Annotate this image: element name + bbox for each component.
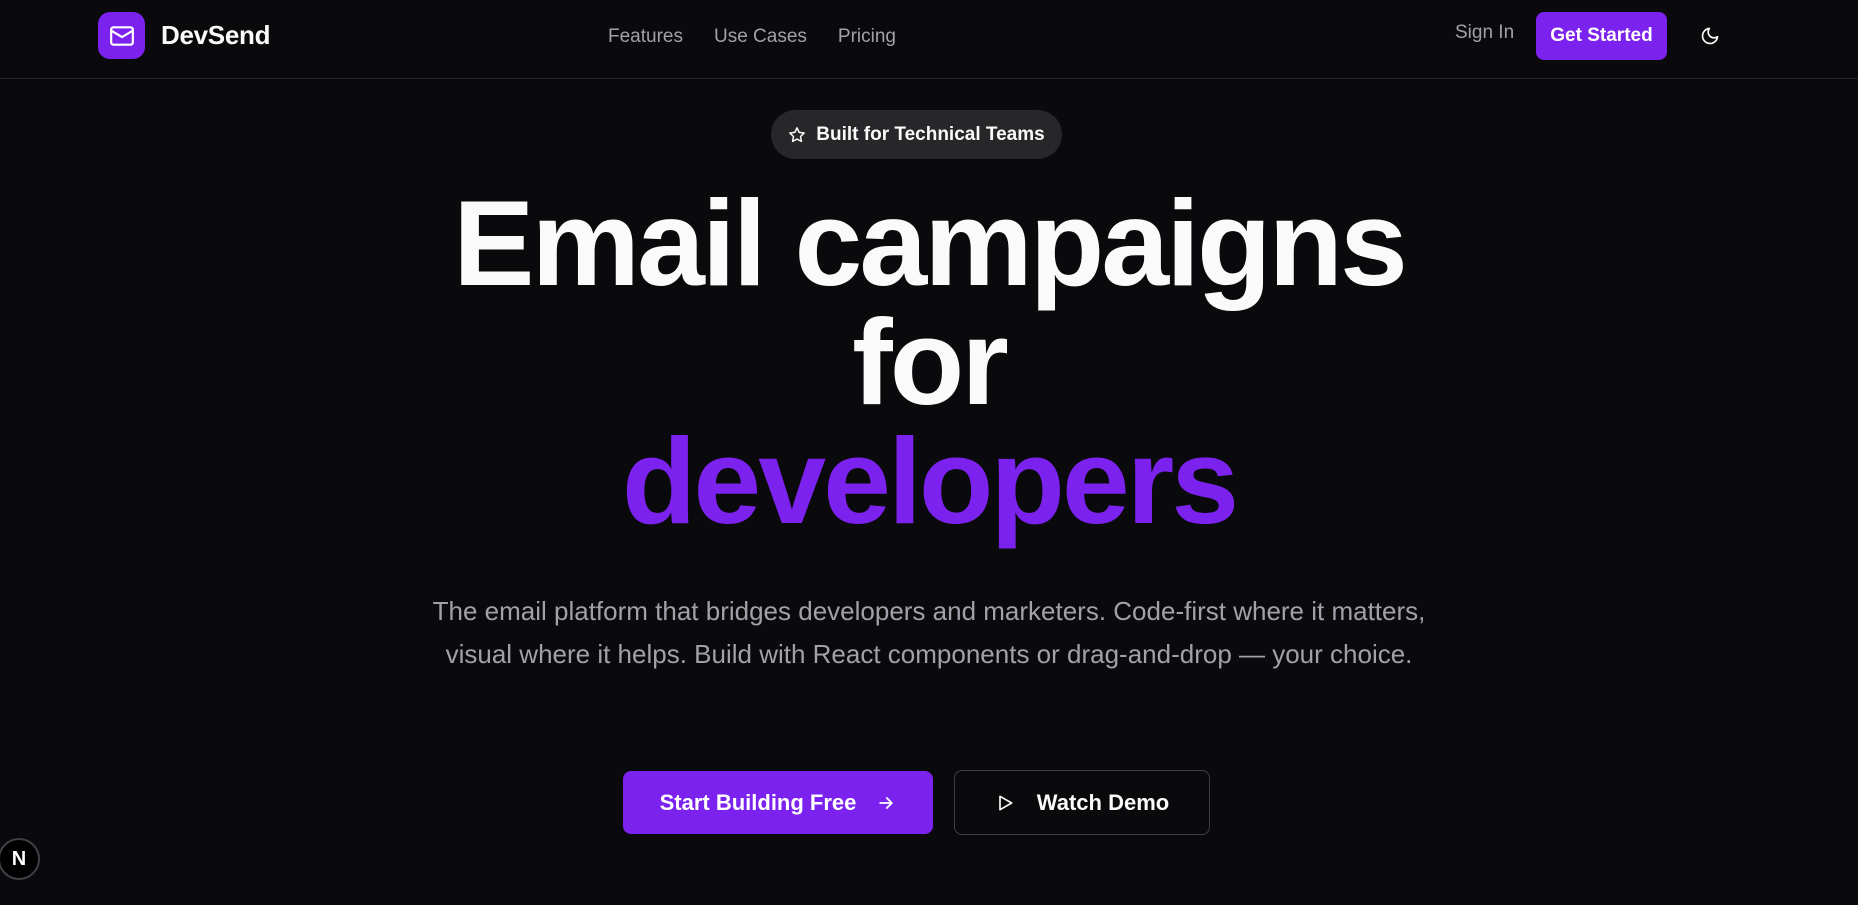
moon-icon <box>1701 27 1719 45</box>
nav-link-pricing[interactable]: Pricing <box>838 26 896 48</box>
brand-name: DevSend <box>161 20 271 50</box>
watch-demo-label: Watch Demo <box>1036 789 1170 815</box>
get-started-button[interactable]: Get Started <box>1536 12 1667 60</box>
main-nav: Features Use Cases Pricing <box>608 0 896 73</box>
headline-line-2: for <box>852 294 1009 430</box>
nav-link-use-cases[interactable]: Use Cases <box>714 26 807 48</box>
theme-toggle-button[interactable] <box>1696 22 1724 50</box>
mail-icon <box>98 12 145 59</box>
dev-tools-badge[interactable]: N <box>0 838 40 880</box>
hero-badge: Built for Technical Teams <box>771 110 1062 159</box>
site-header: DevSend Features Use Cases Pricing Sign … <box>0 0 1858 79</box>
arrow-right-icon <box>879 796 894 809</box>
watch-demo-button[interactable]: Watch Demo <box>954 770 1210 835</box>
brand-logo[interactable]: DevSend <box>98 12 270 59</box>
hero-subtitle: The email platform that bridges develope… <box>432 596 1426 669</box>
sign-in-link[interactable]: Sign In <box>1455 22 1514 44</box>
start-building-free-button[interactable]: Start Building Free <box>623 771 933 834</box>
play-icon <box>998 795 1013 810</box>
nav-link-features[interactable]: Features <box>608 26 683 48</box>
hero-headline: Email campaigns for developers <box>0 175 1858 549</box>
headline-accent: developers <box>621 413 1239 549</box>
hero-badge-label: Built for Technical Teams <box>816 123 1045 145</box>
star-icon <box>789 126 806 142</box>
start-building-free-label: Start Building Free <box>659 789 857 815</box>
headline-line-1: Email campaigns <box>453 175 1408 311</box>
